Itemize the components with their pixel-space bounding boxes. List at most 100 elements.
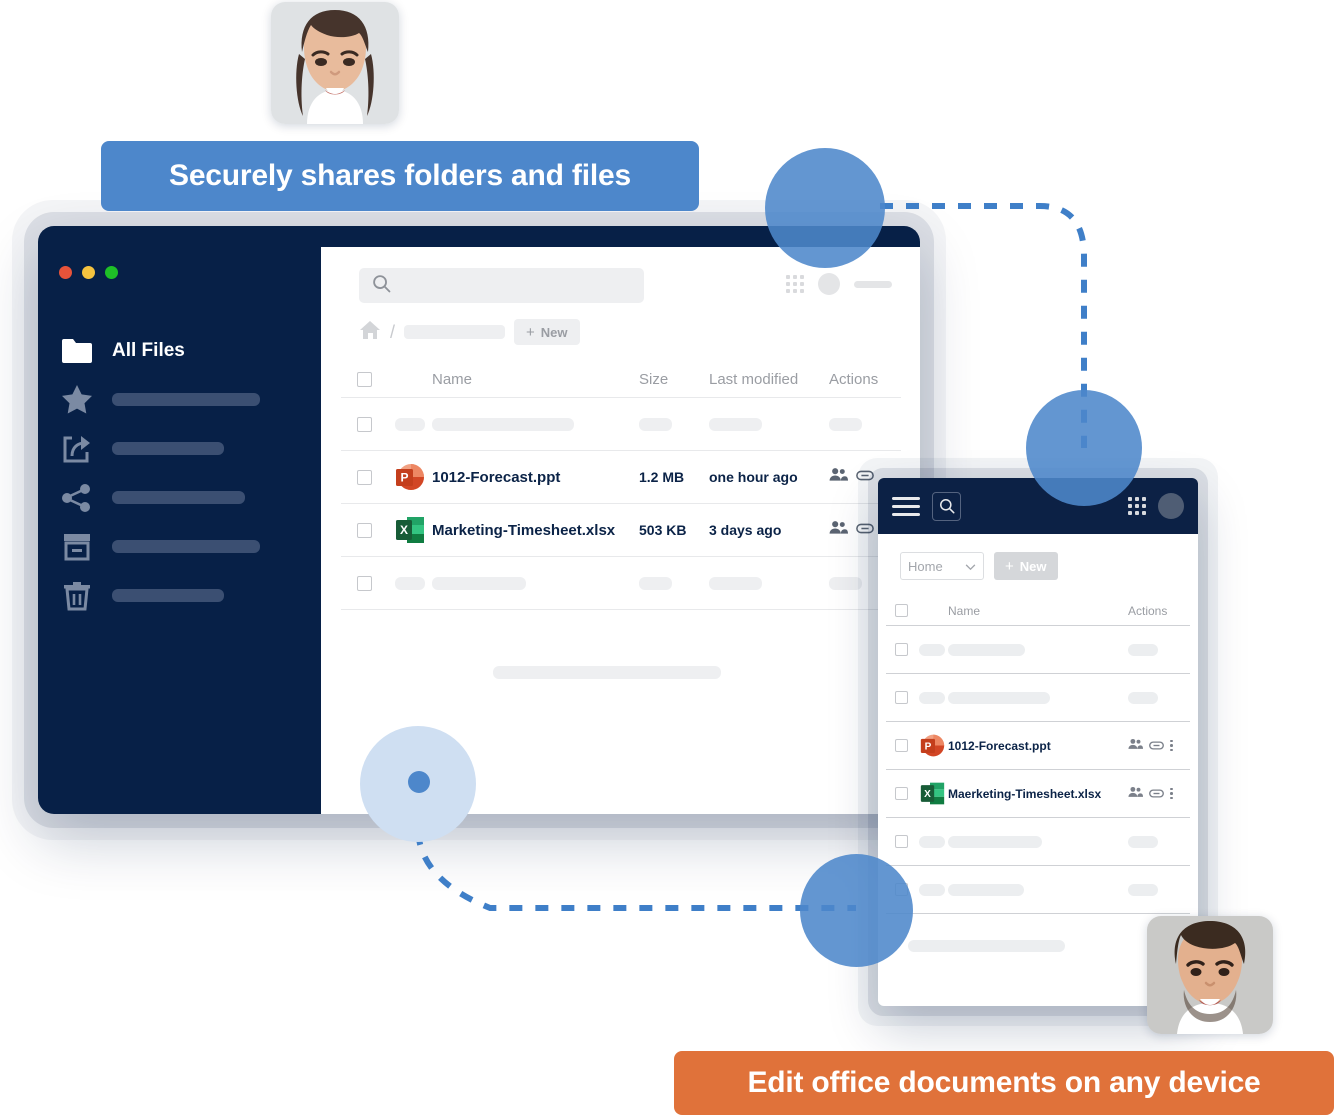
- row-actions[interactable]: [1128, 737, 1190, 755]
- excel-icon: X: [916, 781, 948, 806]
- share-users-icon[interactable]: [1128, 737, 1143, 755]
- new-button[interactable]: + New: [994, 552, 1058, 580]
- row-checkbox[interactable]: [886, 787, 916, 800]
- file-name[interactable]: 1012-Forecast.ppt: [948, 739, 1128, 753]
- file-name[interactable]: Marketing-Timesheet.xlsx: [432, 522, 639, 539]
- decorative-circle: [800, 854, 913, 967]
- row-name-placeholder: [432, 417, 639, 431]
- minimize-window-button[interactable]: [82, 266, 95, 279]
- chevron-down-icon: [965, 559, 976, 574]
- row-checkbox[interactable]: [886, 643, 916, 656]
- select-all-checkbox[interactable]: [341, 372, 387, 387]
- more-vertical-icon[interactable]: [1170, 787, 1173, 800]
- row-icon-placeholder: [916, 691, 948, 704]
- folder-select-value: Home: [908, 558, 943, 574]
- share-users-icon[interactable]: [829, 467, 848, 487]
- table-footer-placeholder: [908, 940, 1065, 952]
- list-item[interactable]: [886, 674, 1190, 722]
- powerpoint-icon: P: [387, 462, 432, 492]
- hamburger-menu-icon[interactable]: [892, 496, 920, 516]
- link-icon[interactable]: [856, 521, 874, 539]
- user-name-placeholder: [854, 280, 892, 288]
- user-avatar-icon[interactable]: [818, 273, 840, 295]
- window-traffic-lights[interactable]: [59, 266, 118, 279]
- column-header-size[interactable]: Size: [639, 371, 709, 388]
- row-icon-placeholder: [916, 883, 948, 896]
- file-size: 503 KB: [639, 522, 687, 538]
- decorative-circle: [1026, 390, 1142, 506]
- user-avatar-icon[interactable]: [1158, 493, 1184, 519]
- list-item[interactable]: [886, 818, 1190, 866]
- column-header-name[interactable]: Name: [432, 371, 639, 388]
- link-icon[interactable]: [856, 468, 874, 486]
- sidebar-item-shared-with-you[interactable]: [60, 473, 310, 522]
- sidebar-item-placeholder: [112, 442, 224, 455]
- breadcrumb-path-placeholder[interactable]: [404, 325, 506, 339]
- plus-icon: +: [1005, 557, 1014, 575]
- app-grid-icon[interactable]: [786, 275, 804, 293]
- sidebar-item-shared-by-you[interactable]: [60, 424, 310, 473]
- search-field[interactable]: [399, 276, 619, 295]
- sidebar-item-placeholder: [112, 393, 260, 406]
- row-actions[interactable]: [1128, 785, 1190, 803]
- row-checkbox[interactable]: [886, 739, 916, 752]
- row-checkbox[interactable]: [341, 469, 387, 485]
- folder-select[interactable]: Home: [900, 552, 984, 580]
- row-checkbox[interactable]: [341, 416, 387, 432]
- callout-edit-documents: Edit office documents on any device: [674, 1051, 1334, 1115]
- more-vertical-icon[interactable]: [1170, 739, 1173, 752]
- close-window-button[interactable]: [59, 266, 72, 279]
- list-item[interactable]: [886, 866, 1190, 914]
- new-button-label: New: [1019, 558, 1047, 574]
- table-header-row: Name Size Last modified Actions: [341, 362, 901, 398]
- maximize-window-button[interactable]: [105, 266, 118, 279]
- sidebar-item-all-files[interactable]: All Files: [60, 326, 310, 375]
- file-size: 1.2 MB: [639, 469, 685, 485]
- row-checkbox[interactable]: [341, 575, 387, 591]
- sidebar-item-trash[interactable]: [60, 571, 310, 620]
- link-icon[interactable]: [1149, 737, 1164, 755]
- callout-securely-shares: Securely shares folders and files: [101, 141, 699, 211]
- decorative-dot: [408, 771, 430, 793]
- column-header-last-modified[interactable]: Last modified: [709, 371, 829, 388]
- select-all-checkbox[interactable]: [886, 604, 916, 617]
- sidebar-item-placeholder: [112, 589, 224, 602]
- powerpoint-icon: P: [916, 733, 948, 758]
- sidebar-item-placeholder: [112, 491, 245, 504]
- table-row[interactable]: X Marketing-Timesheet.xlsx 503 KB 3 days…: [341, 504, 901, 557]
- callout-top-label: Securely shares folders and files: [169, 159, 631, 192]
- row-name-placeholder: [948, 835, 1128, 848]
- column-header-name[interactable]: Name: [948, 604, 1128, 618]
- link-icon[interactable]: [1149, 785, 1164, 803]
- sidebar-item-label: All Files: [112, 339, 185, 361]
- row-size-placeholder: [639, 576, 709, 590]
- search-icon[interactable]: [932, 491, 961, 521]
- share-users-icon[interactable]: [829, 520, 848, 540]
- share-users-icon[interactable]: [1128, 785, 1143, 803]
- search-input[interactable]: [359, 268, 644, 303]
- sidebar-item-favorites[interactable]: [60, 375, 310, 424]
- table-row[interactable]: P 1012-Forecast.ppt 1.2 MB one hour ago: [341, 451, 901, 504]
- table-row[interactable]: [341, 557, 901, 610]
- illustration-stage: All Files / + New Name Size Last modifie…: [0, 0, 1336, 1116]
- file-name[interactable]: 1012-Forecast.ppt: [432, 469, 639, 486]
- row-size-placeholder: [639, 417, 709, 431]
- list-item[interactable]: P 1012-Forecast.ppt: [886, 722, 1190, 770]
- list-item[interactable]: [886, 626, 1190, 674]
- star-icon: [60, 383, 94, 417]
- trash-icon: [60, 579, 94, 613]
- row-icon-placeholder: [916, 835, 948, 848]
- table-row[interactable]: [341, 398, 901, 451]
- sidebar-nav: All Files: [60, 326, 310, 620]
- row-checkbox[interactable]: [341, 522, 387, 538]
- file-name[interactable]: Maerketing-Timesheet.xlsx: [948, 787, 1128, 801]
- row-checkbox[interactable]: [886, 835, 916, 848]
- app-grid-icon[interactable]: [1128, 497, 1146, 515]
- excel-icon: X: [387, 515, 432, 545]
- new-button[interactable]: + New: [514, 319, 580, 345]
- sidebar-item-archive[interactable]: [60, 522, 310, 571]
- list-item[interactable]: X Maerketing-Timesheet.xlsx: [886, 770, 1190, 818]
- decorative-circle: [765, 148, 885, 268]
- home-icon[interactable]: [359, 320, 381, 345]
- row-checkbox[interactable]: [886, 691, 916, 704]
